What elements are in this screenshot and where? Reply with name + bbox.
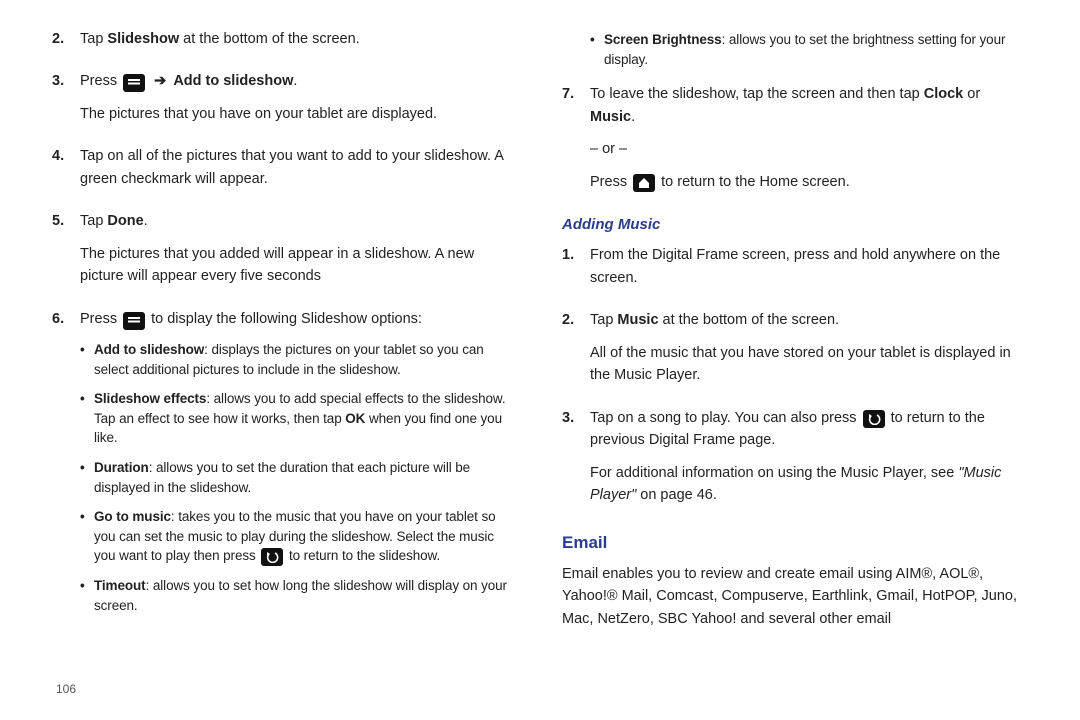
or-line: – or – <box>590 138 1028 160</box>
step-text: From the Digital Frame screen, press and… <box>590 244 1028 299</box>
right-column: Screen Brightness: allows you to set the… <box>562 28 1028 640</box>
bold: Duration <box>94 460 149 475</box>
list-item: Go to music: takes you to the music that… <box>80 507 518 566</box>
text: . <box>293 73 297 89</box>
left-column: 2. Tap Slideshow at the bottom of the sc… <box>52 28 518 640</box>
bold: Music <box>590 109 631 125</box>
step-number: 3. <box>52 70 80 135</box>
step-number: 5. <box>52 210 80 297</box>
step-text: Press ➔ Add to slideshow. The pictures t… <box>80 70 518 135</box>
list-item: Slideshow effects: allows you to add spe… <box>80 389 518 448</box>
bold: Add to slideshow <box>94 342 204 357</box>
text: . <box>144 213 148 229</box>
paragraph: The pictures that you have on your table… <box>80 103 518 125</box>
text: Tap <box>590 312 617 328</box>
bold: Music <box>617 312 658 328</box>
text: Tap on a song to play. You can also pres… <box>590 410 861 426</box>
bullet-list: Add to slideshow: displays the pictures … <box>80 340 518 615</box>
step-number: 4. <box>52 145 80 200</box>
back-icon <box>863 410 885 428</box>
text: : allows you to set how long the slidesh… <box>94 578 507 613</box>
step-number: 3. <box>562 407 590 517</box>
bold: Go to music <box>94 509 171 524</box>
page-number: 106 <box>56 682 76 696</box>
page-content: 2. Tap Slideshow at the bottom of the sc… <box>0 0 1080 640</box>
bold: Add to slideshow <box>173 73 293 89</box>
bold: Screen Brightness <box>604 32 722 47</box>
step-number: 2. <box>52 28 80 60</box>
step-2: 2. Tap Slideshow at the bottom of the sc… <box>52 28 518 60</box>
step-text: Tap on all of the pictures that you want… <box>80 145 518 200</box>
step-5: 5. Tap Done. The pictures that you added… <box>52 210 518 297</box>
list-item: Add to slideshow: displays the pictures … <box>80 340 518 379</box>
text: Press <box>590 174 631 190</box>
step-text: Tap Done. The pictures that you added wi… <box>80 210 518 297</box>
step-number: 1. <box>562 244 590 299</box>
bold: Done <box>107 213 143 229</box>
text: To leave the slideshow, tap the screen a… <box>590 86 924 102</box>
step-3: 3. Press ➔ Add to slideshow. The picture… <box>52 70 518 135</box>
text: : allows you to set the duration that ea… <box>94 460 470 495</box>
text: at the bottom of the screen. <box>659 312 840 328</box>
text: or <box>963 86 980 102</box>
back-icon <box>261 548 283 566</box>
step-text: To leave the slideshow, tap the screen a… <box>590 83 1028 203</box>
step-text: Tap on a song to play. You can also pres… <box>590 407 1028 517</box>
bold: Slideshow <box>107 31 179 47</box>
step-7: 7. To leave the slideshow, tap the scree… <box>562 83 1028 203</box>
paragraph: From the Digital Frame screen, press and… <box>590 244 1028 289</box>
text: to return to the Home screen. <box>661 174 850 190</box>
paragraph: The pictures that you added will appear … <box>80 243 518 288</box>
music-step-3: 3. Tap on a song to play. You can also p… <box>562 407 1028 517</box>
bold: Clock <box>924 86 964 102</box>
arrow-icon: ➔ <box>151 73 169 89</box>
email-body: Email enables you to review and create e… <box>562 563 1028 630</box>
text: to display the following Slideshow optio… <box>151 311 422 327</box>
email-heading: Email <box>562 530 1028 556</box>
menu-icon <box>123 312 145 330</box>
step-text: Tap Music at the bottom of the screen. A… <box>590 309 1028 396</box>
text: at the bottom of the screen. <box>179 31 360 47</box>
text: Press <box>80 311 121 327</box>
step-number: 2. <box>562 309 590 396</box>
adding-music-heading: Adding Music <box>562 213 1028 236</box>
bold: Slideshow effects <box>94 391 206 406</box>
text: Tap <box>80 213 107 229</box>
text: Press <box>80 73 121 89</box>
step-text: Tap Slideshow at the bottom of the scree… <box>80 28 518 60</box>
text: . <box>631 109 635 125</box>
paragraph: All of the music that you have stored on… <box>590 342 1028 387</box>
list-item: Duration: allows you to set the duration… <box>80 458 518 497</box>
text: For additional information on using the … <box>590 465 958 481</box>
menu-icon <box>123 74 145 92</box>
bullet-list: Screen Brightness: allows you to set the… <box>590 30 1028 69</box>
step-number: 6. <box>52 308 80 626</box>
step-4: 4. Tap on all of the pictures that you w… <box>52 145 518 200</box>
text: to return to the slideshow. <box>285 548 440 563</box>
text: Tap <box>80 31 107 47</box>
step-6: 6. Press to display the following Slides… <box>52 308 518 626</box>
bold: OK <box>345 411 365 426</box>
home-icon <box>633 174 655 192</box>
step-number: 7. <box>562 83 590 203</box>
music-step-1: 1. From the Digital Frame screen, press … <box>562 244 1028 299</box>
list-item: Timeout: allows you to set how long the … <box>80 576 518 615</box>
bold: Timeout <box>94 578 146 593</box>
step-text: Press to display the following Slideshow… <box>80 308 518 626</box>
continuation-bullets: Screen Brightness: allows you to set the… <box>562 28 1028 79</box>
list-item: Screen Brightness: allows you to set the… <box>590 30 1028 69</box>
paragraph: Tap on all of the pictures that you want… <box>80 145 518 190</box>
music-step-2: 2. Tap Music at the bottom of the screen… <box>562 309 1028 396</box>
text: on page 46. <box>636 487 717 503</box>
